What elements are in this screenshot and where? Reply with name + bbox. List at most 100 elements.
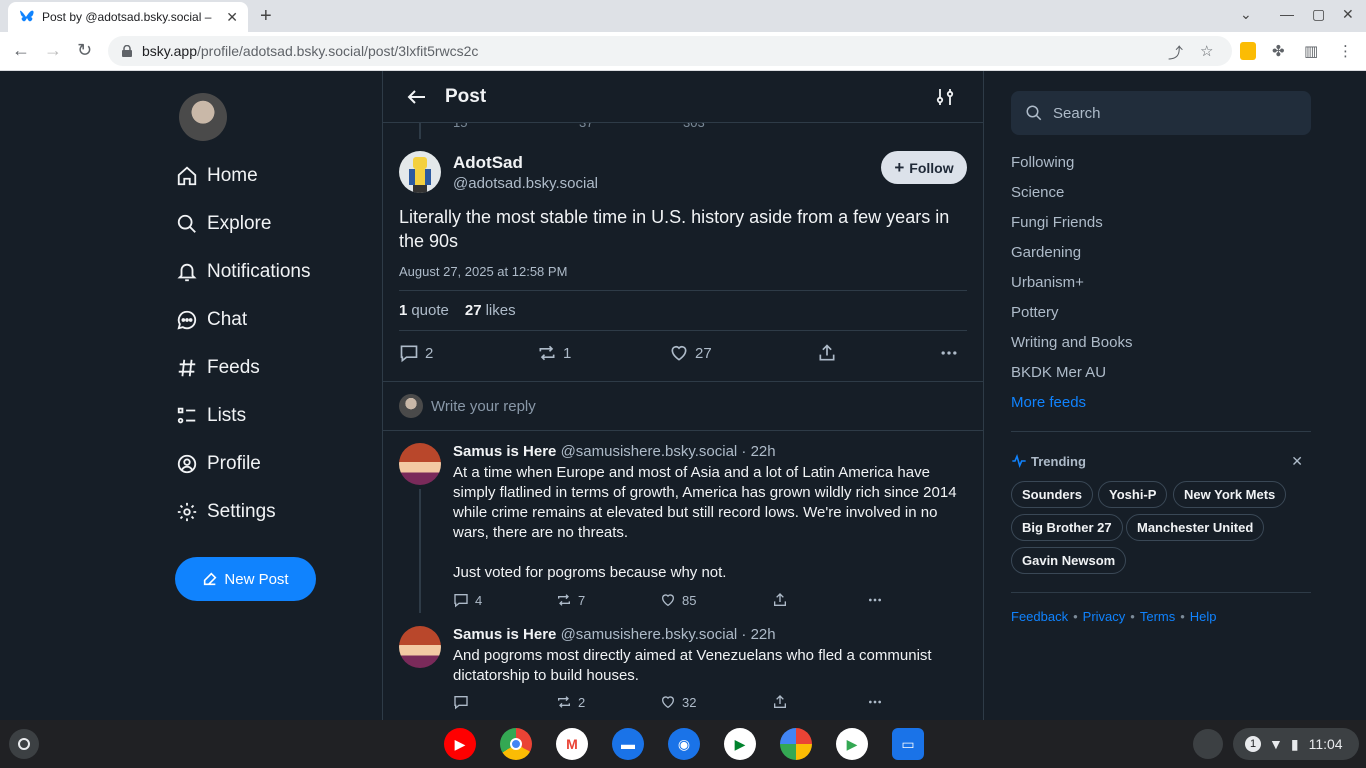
launcher-circle-icon [18, 738, 30, 750]
thread-options-icon[interactable] [935, 87, 955, 107]
feed-link[interactable]: Fungi Friends [1011, 214, 1103, 231]
reply-actions: 2 32 [453, 694, 913, 712]
browser-menu-icon[interactable]: ⋮ [1338, 42, 1353, 60]
close-tab-icon[interactable]: ✕ [226, 9, 238, 26]
back-icon[interactable]: ← [12, 40, 30, 61]
bookmark-star-icon[interactable]: ☆ [1200, 42, 1213, 60]
back-arrow-icon[interactable] [405, 85, 429, 109]
reply-author-name[interactable]: Samus is Here [453, 626, 556, 643]
reply-button[interactable] [453, 694, 475, 710]
feed-link[interactable]: Pottery [1011, 304, 1059, 321]
extension-icon[interactable] [1240, 42, 1256, 60]
search-input[interactable]: Search [1011, 91, 1311, 135]
repost-button[interactable]: 1 [537, 343, 571, 363]
chrome-app-icon[interactable] [500, 728, 532, 760]
reply-post[interactable]: Samus is Here @samusishere.bsky.social ·… [399, 626, 967, 720]
help-link[interactable]: Help [1190, 609, 1217, 624]
trending-chip[interactable]: Manchester United [1126, 514, 1265, 541]
nav-explore[interactable]: Explore [175, 208, 271, 240]
likes-count[interactable]: 27 [465, 302, 482, 319]
nav-label: Lists [207, 405, 247, 426]
repost-button[interactable]: 7 [556, 592, 585, 608]
trending-chip[interactable]: Big Brother 27 [1011, 514, 1123, 541]
author-name[interactable]: AdotSad [453, 153, 523, 173]
side-panel-icon[interactable]: ▥ [1304, 42, 1318, 60]
minimize-icon[interactable]: — [1280, 6, 1294, 22]
like-button[interactable]: 85 [660, 592, 696, 608]
new-post-button[interactable]: New Post [175, 557, 316, 601]
share-button[interactable] [817, 343, 843, 363]
trending-chip[interactable]: New York Mets [1173, 481, 1287, 508]
feed-link[interactable]: Following [1011, 154, 1074, 171]
nav-profile[interactable]: Profile [175, 448, 261, 480]
reply-author-name[interactable]: Samus is Here [453, 443, 556, 460]
nav-lists[interactable]: Lists [175, 400, 246, 432]
reply-button[interactable]: 2 [399, 343, 433, 363]
share-button[interactable] [772, 694, 794, 710]
search-icon [1026, 105, 1042, 121]
reply-author-handle[interactable]: @samusishere.bsky.social [561, 443, 738, 460]
nav-home[interactable]: Home [175, 160, 258, 192]
quotes-label[interactable]: quote [411, 302, 449, 319]
reload-icon[interactable]: ↻ [77, 40, 92, 61]
photos-app-icon[interactable] [780, 728, 812, 760]
feedback-link[interactable]: Feedback [1011, 609, 1068, 624]
heart-icon [671, 345, 687, 361]
nav-chat[interactable]: Chat [175, 304, 247, 336]
forward-icon[interactable]: → [44, 40, 62, 61]
reply-author-handle[interactable]: @samusishere.bsky.social [561, 626, 738, 643]
feed-link[interactable]: Writing and Books [1011, 334, 1132, 351]
author-handle[interactable]: @adotsad.bsky.social [453, 175, 598, 192]
camera-app-icon[interactable]: ◉ [668, 728, 700, 760]
my-avatar[interactable] [179, 93, 227, 141]
reply-author-avatar[interactable] [399, 443, 441, 485]
holding-space-icon[interactable] [1193, 729, 1223, 759]
likes-label[interactable]: likes [486, 302, 516, 319]
share-button[interactable] [772, 592, 794, 608]
repost-button[interactable]: 2 [556, 694, 585, 710]
reply-post[interactable]: Samus is Here @samusishere.bsky.social ·… [399, 443, 967, 613]
author-avatar[interactable] [399, 151, 441, 193]
extensions-puzzle-icon[interactable]: ✤ [1272, 42, 1285, 60]
nav-settings[interactable]: Settings [175, 496, 276, 528]
youtube-app-icon[interactable]: ▶ [444, 728, 476, 760]
play-store-app-icon[interactable]: ▶ [836, 728, 868, 760]
reply-button[interactable]: 4 [453, 592, 482, 608]
more-options-button[interactable] [939, 343, 965, 363]
like-button[interactable]: 27 [669, 343, 712, 363]
terms-link[interactable]: Terms [1140, 609, 1175, 624]
browser-tab[interactable]: Post by @adotsad.bsky.social – ✕ [8, 2, 248, 32]
feed-link[interactable]: Science [1011, 184, 1064, 201]
share-icon[interactable]: ⤴ [1168, 42, 1183, 63]
follow-button[interactable]: + Follow [881, 151, 967, 184]
maximize-icon[interactable]: ▢ [1312, 6, 1325, 23]
feed-link[interactable]: Gardening [1011, 244, 1081, 261]
write-reply-prompt[interactable]: Write your reply [383, 381, 983, 431]
files-app-icon[interactable]: ▭ [892, 728, 924, 760]
trending-title: Trending [1031, 453, 1086, 469]
trending-chip[interactable]: Yoshi-P [1098, 481, 1168, 508]
quotes-count[interactable]: 1 [399, 302, 407, 319]
close-window-icon[interactable]: ✕ [1342, 6, 1354, 23]
status-tray[interactable]: 1 ▼ ▮ 11:04 [1233, 728, 1359, 760]
privacy-link[interactable]: Privacy [1083, 609, 1126, 624]
more-options-button[interactable] [867, 592, 889, 608]
trending-chip[interactable]: Sounders [1011, 481, 1093, 508]
meet-app-icon[interactable]: ▶ [724, 728, 756, 760]
tab-search-icon[interactable]: ⌄ [1240, 6, 1252, 23]
launcher-button[interactable] [9, 729, 39, 759]
reply-author-avatar[interactable] [399, 626, 441, 668]
new-tab-button[interactable]: + [260, 5, 272, 28]
feed-link[interactable]: Urbanism+ [1011, 274, 1084, 291]
nav-feeds[interactable]: Feeds [175, 352, 260, 384]
gmail-app-icon[interactable]: M [556, 728, 588, 760]
feed-link[interactable]: BKDK Mer AU [1011, 364, 1106, 381]
close-icon[interactable]: ✕ [1291, 453, 1303, 470]
more-feeds-link[interactable]: More feeds [1011, 394, 1086, 411]
messages-app-icon[interactable]: ▬ [612, 728, 644, 760]
omnibox[interactable]: bsky.app/profile/adotsad.bsky.social/pos… [108, 36, 1232, 66]
more-options-button[interactable] [867, 694, 889, 710]
like-button[interactable]: 32 [660, 694, 696, 710]
trending-chip[interactable]: Gavin Newsom [1011, 547, 1127, 574]
nav-notifications[interactable]: Notifications [175, 256, 311, 288]
